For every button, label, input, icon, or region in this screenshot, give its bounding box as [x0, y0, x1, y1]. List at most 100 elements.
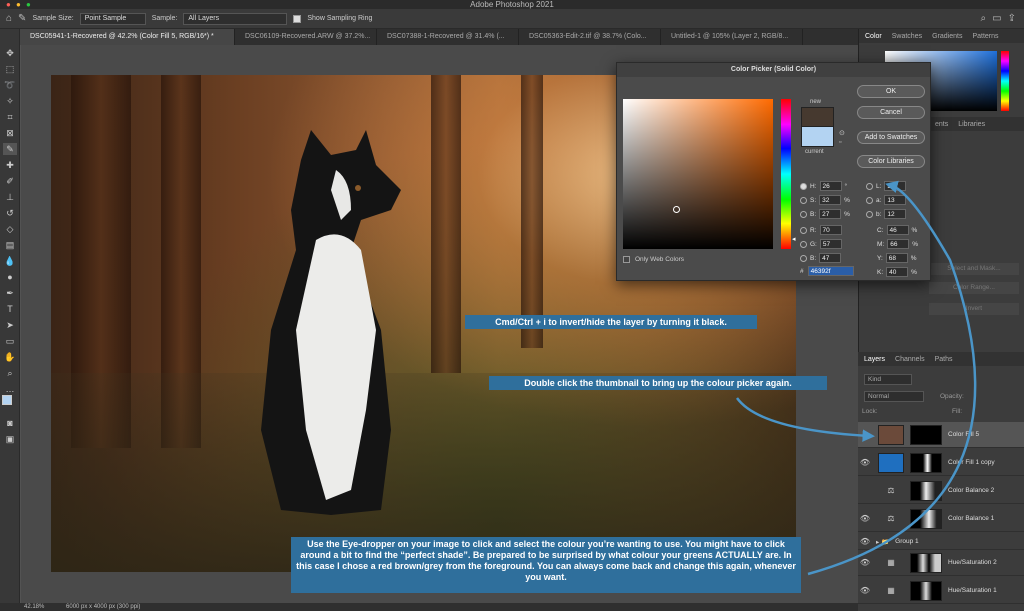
marquee-tool-icon[interactable]: ⬚ — [3, 63, 17, 75]
sample-select[interactable]: All Layers — [183, 12, 288, 25]
layer-row[interactable]: 👁 ▦ Hue/Saturation 2 — [858, 550, 1024, 576]
visibility-icon[interactable]: 👁 — [858, 537, 872, 546]
b-input[interactable]: 27 — [819, 209, 842, 219]
tab-paths[interactable]: Paths — [935, 356, 953, 363]
layer-row[interactable]: 👁 ▸ 📁 Group 1 — [858, 534, 1024, 550]
layer-row[interactable]: 👁 ⚖ Color Balance 1 — [858, 506, 1024, 532]
tab-color[interactable]: Color — [865, 33, 882, 40]
move-tool-icon[interactable]: ✥ — [3, 47, 17, 59]
tab-adjustments[interactable]: ents — [935, 121, 948, 128]
share-icon[interactable]: ⇪ — [1008, 13, 1016, 24]
quick-mask-icon[interactable]: ◙ — [3, 417, 17, 429]
color-field-cursor[interactable] — [673, 206, 680, 213]
tab-document-5[interactable]: Untitled-1 @ 105% (Layer 2, RGB/8... — [661, 29, 803, 45]
a-input[interactable]: 13 — [884, 195, 907, 205]
layer-mask-thumbnail[interactable] — [910, 508, 942, 529]
k-input[interactable]: 40 — [886, 267, 909, 277]
search-icon[interactable]: ⌕ — [981, 13, 987, 24]
c-input[interactable]: 46 — [886, 225, 909, 235]
visibility-icon[interactable]: 👁 — [858, 514, 872, 523]
home-icon[interactable]: ⌂ — [6, 13, 12, 24]
layer-row[interactable]: 👁 ▦ Hue/Saturation 1 — [858, 578, 1024, 604]
tab-layers[interactable]: Layers — [864, 356, 885, 363]
eyedropper-tool-icon[interactable]: ✎ — [18, 13, 26, 24]
close-window-icon[interactable]: ● — [6, 0, 11, 9]
eraser-tool-icon[interactable]: ◇ — [3, 223, 17, 235]
web-safe-cube-icon[interactable]: ▫ — [839, 139, 841, 146]
folder-icon[interactable]: ▸ 📁 — [876, 538, 889, 546]
visibility-icon[interactable]: 👁 — [858, 458, 872, 467]
layer-thumbnail[interactable] — [878, 452, 904, 473]
g-input[interactable]: 57 — [819, 239, 842, 249]
color-libraries-button[interactable]: Color Libraries — [857, 155, 925, 168]
rgb-b-radio[interactable] — [800, 254, 807, 262]
path-select-tool-icon[interactable]: ➤ — [3, 319, 17, 331]
minimize-window-icon[interactable]: ● — [16, 0, 21, 9]
tab-document-4[interactable]: DSC05363-Edit-2.tif @ 38.7% (Colo... — [519, 29, 661, 45]
rgb-b-input[interactable]: 47 — [819, 253, 842, 263]
pen-tool-icon[interactable]: ✒ — [3, 287, 17, 299]
brush-tool-icon[interactable]: ✐ — [3, 175, 17, 187]
tab-gradients[interactable]: Gradients — [932, 33, 962, 40]
hue-saturation-icon[interactable]: ▦ — [878, 552, 904, 573]
hue-saturation-icon[interactable]: ▦ — [878, 580, 904, 601]
foreground-color-swatch[interactable] — [2, 395, 12, 405]
zoom-window-icon[interactable]: ● — [26, 0, 31, 9]
visibility-icon[interactable]: 👁 — [858, 558, 872, 567]
hand-tool-icon[interactable]: ✋ — [3, 351, 17, 363]
dodge-tool-icon[interactable]: ● — [3, 271, 17, 283]
color-balance-icon[interactable]: ⚖ — [878, 508, 904, 529]
tab-channels[interactable]: Channels — [895, 356, 925, 363]
crop-tool-icon[interactable]: ⌗ — [3, 111, 17, 123]
g-radio[interactable] — [800, 240, 807, 248]
layer-mask-thumbnail[interactable] — [910, 580, 942, 601]
r-radio[interactable] — [800, 226, 807, 234]
gamut-warning-icon[interactable]: ⊙ — [839, 129, 845, 137]
l-radio[interactable] — [866, 182, 873, 190]
color-balance-icon[interactable]: ⚖ — [878, 480, 904, 501]
layer-thumbnail[interactable] — [878, 424, 904, 445]
shape-tool-icon[interactable]: ▭ — [3, 335, 17, 347]
frame-tool-icon[interactable]: ⊠ — [3, 127, 17, 139]
layer-mask-thumbnail[interactable] — [910, 424, 942, 445]
type-tool-icon[interactable]: T — [3, 303, 17, 315]
layer-row[interactable]: 👁 Color Fill 1 copy — [858, 450, 1024, 476]
invert-button[interactable]: Invert — [929, 303, 1019, 315]
select-and-mask-button[interactable]: Select and Mask... — [929, 263, 1019, 275]
h-input[interactable]: 26 — [819, 181, 842, 191]
tab-document-2[interactable]: DSC06109-Recovered.ARW @ 37.2%... — [235, 29, 377, 45]
current-color-swatch[interactable] — [801, 127, 834, 147]
layer-mask-thumbnail[interactable] — [910, 480, 942, 501]
zoom-level[interactable]: 42.18% — [24, 604, 44, 610]
zoom-tool-icon[interactable]: ⌕ — [3, 367, 17, 379]
y-input[interactable]: 68 — [885, 253, 908, 263]
tab-swatches[interactable]: Swatches — [892, 33, 922, 40]
saturation-brightness-field[interactable] — [623, 99, 773, 249]
lab-b-input[interactable]: 12 — [884, 209, 907, 219]
layer-mask-thumbnail[interactable] — [910, 552, 942, 573]
hex-input[interactable]: 46392f — [807, 266, 854, 276]
color-panel-hue-slider[interactable] — [1001, 51, 1009, 111]
color-range-button[interactable]: Color Range... — [929, 282, 1019, 294]
blur-tool-icon[interactable]: 💧 — [3, 255, 17, 267]
m-input[interactable]: 66 — [887, 239, 910, 249]
gradient-tool-icon[interactable]: ▤ — [3, 239, 17, 251]
show-sampling-ring-checkbox[interactable] — [293, 14, 302, 23]
layer-mask-thumbnail[interactable] — [910, 452, 942, 473]
visibility-icon[interactable]: 👁 — [858, 586, 872, 595]
hue-slider-handle-icon[interactable]: ◂ — [792, 235, 796, 243]
healing-brush-tool-icon[interactable]: ✚ — [3, 159, 17, 171]
clone-stamp-tool-icon[interactable]: ⊥ — [3, 191, 17, 203]
tab-document-1[interactable]: DSC05941-1-Recovered @ 42.2% (Color Fill… — [20, 29, 235, 45]
layer-row[interactable]: ⚖ Color Balance 2 — [858, 478, 1024, 504]
sample-size-select[interactable]: Point Sample — [79, 12, 146, 25]
workspace-icon[interactable]: ▭ — [992, 13, 1001, 24]
layer-row[interactable]: Color Fill 5 — [858, 422, 1024, 448]
add-to-swatches-button[interactable]: Add to Swatches — [857, 131, 925, 144]
r-input[interactable]: 70 — [819, 225, 842, 235]
lab-b-radio[interactable] — [866, 210, 873, 218]
more-tools-icon[interactable]: … — [3, 383, 17, 395]
lasso-tool-icon[interactable]: ➰ — [3, 79, 17, 91]
h-radio[interactable] — [800, 182, 807, 190]
quick-select-tool-icon[interactable]: ✧ — [3, 95, 17, 107]
